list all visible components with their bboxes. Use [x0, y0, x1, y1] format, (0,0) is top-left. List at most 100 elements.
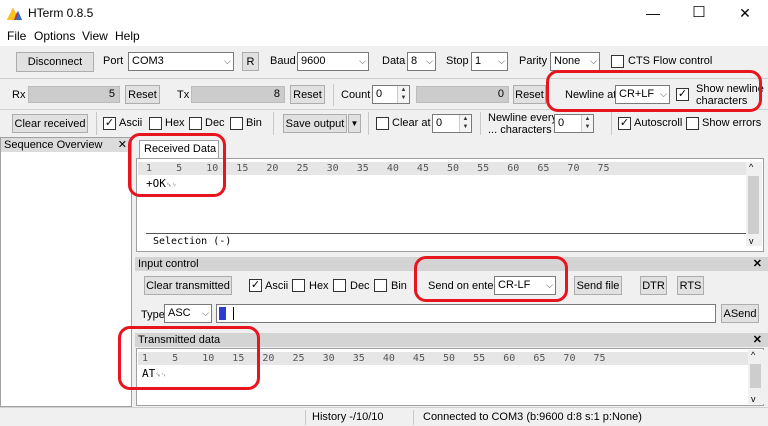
spinner-arrows-icon[interactable]: ▲ ▼ — [581, 115, 593, 132]
hterm-logo-icon — [7, 8, 22, 20]
type-label: Type — [141, 309, 165, 321]
cts-checkbox[interactable] — [611, 55, 624, 68]
port-select[interactable]: COM3 ⌵ — [128, 52, 234, 71]
menu-options[interactable]: Options — [34, 29, 75, 43]
divider — [480, 112, 481, 135]
close-icon[interactable]: ✕ — [753, 257, 762, 271]
chevron-down-icon: ⌵ — [426, 56, 433, 66]
count-display: 0 — [416, 86, 509, 103]
input-bin-label: Bin — [391, 280, 407, 292]
save-output-dropdown-icon[interactable]: ▼ — [348, 114, 361, 133]
newline-every-label-line2: ... characters — [488, 124, 552, 136]
rx-reset-button[interactable]: Reset — [125, 85, 160, 104]
window-title: HTerm 0.8.5 — [28, 6, 94, 20]
bin-label: Bin — [246, 117, 262, 129]
chevron-down-icon: ⌵ — [498, 56, 505, 66]
menu-file[interactable]: File — [7, 29, 26, 43]
input-hex-label: Hex — [309, 280, 329, 292]
type-select[interactable]: ASC ⌵ — [164, 304, 212, 323]
baud-value: 9600 — [301, 55, 326, 67]
dtr-button[interactable]: DTR — [640, 276, 667, 295]
maximize-button[interactable]: ☐ — [676, 0, 722, 27]
menu-help[interactable]: Help — [115, 29, 140, 43]
close-icon[interactable]: ✕ — [118, 138, 127, 152]
divider — [146, 233, 746, 234]
baud-select[interactable]: 9600 ⌵ — [297, 52, 369, 71]
count-reset-button[interactable]: Reset — [513, 85, 546, 104]
scroll-thumb[interactable] — [750, 364, 761, 388]
chevron-up-icon[interactable]: ^ — [751, 350, 755, 360]
input-hex-checkbox[interactable] — [292, 279, 305, 292]
count-label: Count — [341, 89, 371, 101]
divider — [368, 112, 369, 135]
bin-checkbox[interactable] — [230, 117, 243, 130]
input-ascii-checkbox[interactable]: ✓ — [249, 279, 262, 292]
clear-at-label: Clear at — [392, 117, 431, 129]
asend-button[interactable]: ASend — [721, 304, 759, 323]
highlight-send-on-enter — [414, 256, 568, 302]
input-dec-checkbox[interactable] — [333, 279, 346, 292]
divider — [413, 410, 414, 425]
newline-every-value: 0 — [558, 117, 565, 129]
stop-label: Stop — [446, 55, 469, 67]
count-input[interactable]: 0 ▲ ▼ — [372, 85, 410, 104]
rx-label: Rx — [12, 89, 26, 101]
chevron-down-icon[interactable]: v — [751, 394, 756, 404]
save-output-button[interactable]: Save output — [283, 114, 347, 133]
menu-bar: File Options View Help — [0, 27, 768, 46]
parity-label: Parity — [519, 55, 548, 67]
clear-transmitted-button[interactable]: Clear transmitted — [144, 276, 232, 295]
disconnect-button[interactable]: Disconnect — [16, 52, 94, 72]
newline-every-label: Newline every... characters — [488, 112, 557, 136]
spinner-arrows-icon[interactable]: ▲ ▼ — [459, 115, 471, 132]
show-errors-checkbox[interactable] — [686, 117, 699, 130]
hex-checkbox[interactable] — [149, 117, 162, 130]
type-value: ASC — [168, 307, 191, 319]
close-button[interactable]: ✕ — [722, 0, 768, 27]
autoscroll-checkbox[interactable]: ✓ — [618, 117, 631, 130]
highlight-newline-options — [546, 70, 762, 112]
close-icon[interactable]: ✕ — [753, 333, 762, 347]
chevron-down-icon: ⌵ — [590, 56, 597, 66]
rts-button[interactable]: RTS — [677, 276, 704, 295]
refresh-ports-button[interactable]: R — [242, 52, 259, 71]
parity-select[interactable]: None ⌵ — [550, 52, 600, 71]
chevron-up-icon[interactable]: ^ — [749, 162, 753, 172]
minimize-button[interactable]: — — [630, 0, 676, 27]
status-bar: History -/10/10 Connected to COM3 (b:960… — [0, 407, 768, 426]
clear-at-value: 0 — [436, 117, 443, 129]
parity-value: None — [554, 55, 581, 67]
spinner-arrows-icon[interactable]: ▲ ▼ — [397, 86, 409, 103]
baud-label: Baud — [270, 55, 296, 67]
dec-label: Dec — [205, 117, 225, 129]
chevron-down-icon[interactable]: v — [749, 236, 754, 246]
input-bin-checkbox[interactable] — [374, 279, 387, 292]
dec-checkbox[interactable] — [189, 117, 202, 130]
received-scrollbar[interactable]: ^ v — [746, 162, 762, 246]
port-label: Port — [103, 55, 124, 67]
input-dec-label: Dec — [350, 280, 370, 292]
show-errors-label: Show errors — [702, 117, 762, 129]
input-ascii-label: Ascii — [265, 280, 289, 292]
tx-label: Tx — [177, 89, 190, 101]
tx-reset-button[interactable]: Reset — [290, 85, 325, 104]
port-value: COM3 — [132, 55, 164, 67]
history-status: History -/10/10 — [312, 411, 384, 423]
clear-at-input[interactable]: 0 ▲ ▼ — [432, 114, 472, 133]
data-bits-select[interactable]: 8 ⌵ — [407, 52, 436, 71]
chevron-down-icon: ⌵ — [359, 56, 366, 66]
clear-at-checkbox[interactable] — [376, 117, 389, 130]
clear-received-button[interactable]: Clear received — [12, 114, 88, 133]
transmitted-scrollbar[interactable]: ^ v — [748, 350, 764, 404]
selection-info: Selection (-) — [153, 236, 232, 247]
send-input[interactable] — [216, 304, 716, 323]
send-file-button[interactable]: Send file — [574, 276, 622, 295]
stop-bits-select[interactable]: 1 ⌵ — [471, 52, 508, 71]
autoscroll-label: Autoscroll — [634, 117, 683, 129]
menu-view[interactable]: View — [82, 29, 108, 43]
text-caret — [233, 307, 234, 320]
scroll-thumb[interactable] — [748, 176, 759, 234]
newline-every-input[interactable]: 0 ▲ ▼ — [554, 114, 594, 133]
sequence-overview-panel — [0, 137, 132, 407]
ascii-checkbox[interactable]: ✓ — [103, 117, 116, 130]
